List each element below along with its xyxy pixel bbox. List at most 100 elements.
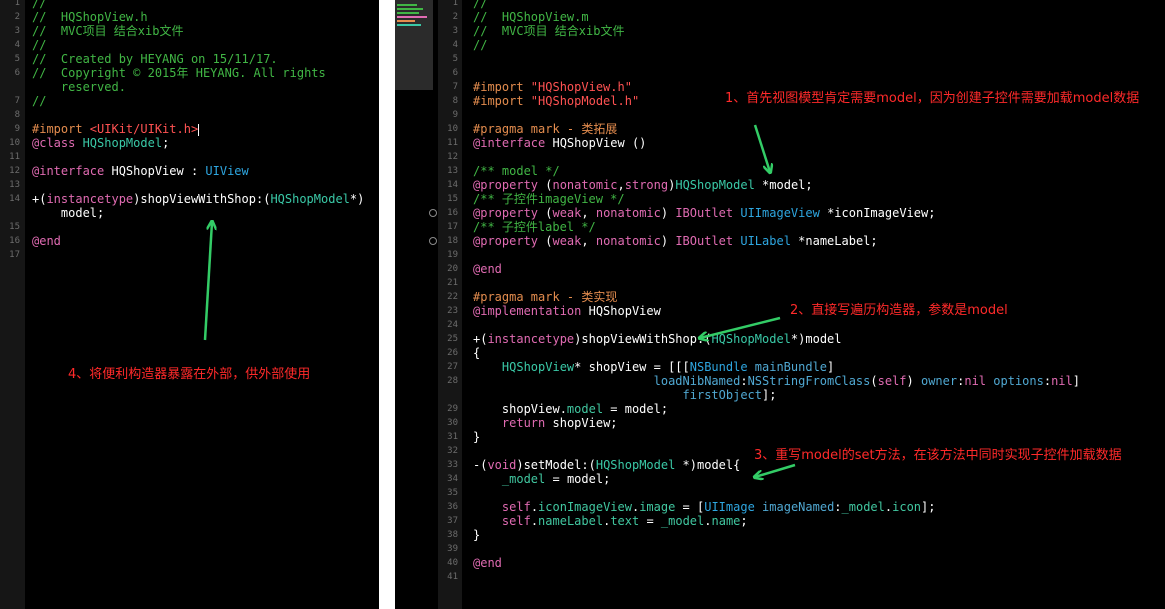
- code-token: UIImageView: [740, 206, 820, 220]
- code-token: // HQShopView.m: [473, 10, 589, 24]
- code-token: image: [639, 500, 676, 514]
- line-number: 9: [452, 110, 458, 120]
- code-text: }: [473, 528, 480, 542]
- line-number: 16: [9, 236, 20, 246]
- code-token: HQShopView: [588, 304, 661, 318]
- code-token: *)model: [790, 332, 842, 346]
- line-number: 31: [447, 432, 458, 442]
- code-text: -(void)setModel:(HQShopModel *)model{: [473, 458, 740, 472]
- code-token: }: [473, 430, 481, 444]
- code-text: return shopView;: [473, 416, 618, 430]
- code-token: // MVC项目 结合xib文件: [473, 24, 625, 38]
- line-number: 11: [9, 152, 20, 162]
- line-number: 38: [447, 530, 458, 540]
- code-text: // MVC项目 结合xib文件: [32, 24, 183, 38]
- code-token: .: [530, 514, 539, 528]
- line-number: 30: [447, 418, 458, 428]
- line-number: 10: [447, 124, 458, 134]
- code-text: }: [473, 430, 480, 444]
- line-number: 26: [447, 348, 458, 358]
- code-token: //: [32, 94, 47, 108]
- code-token: (: [870, 374, 878, 388]
- code-token: :: [740, 374, 748, 388]
- code-token: @interface: [32, 164, 112, 178]
- code-token: "HQShopModel.h": [530, 94, 640, 108]
- code-token: {: [473, 346, 481, 360]
- code-token: NSBundle: [689, 360, 748, 374]
- code-text: @end: [473, 556, 502, 570]
- line-number: 15: [9, 222, 20, 232]
- code-token: ]: [1072, 374, 1080, 388]
- line-number: 39: [447, 544, 458, 554]
- code-token: model;: [32, 206, 105, 220]
- code-text: _model = model;: [473, 472, 610, 486]
- left-editor-pane[interactable]: 1 // 2 // HQShopView.h 3 // MVC项目 结合xib文件 4 // 5…: [0, 0, 379, 609]
- code-text: // MVC项目 结合xib文件: [473, 24, 624, 38]
- minimap-line: [397, 12, 419, 14]
- code-token: = model;: [545, 472, 611, 486]
- line-number: 2: [452, 12, 458, 22]
- code-text: @interface HQShopView (): [473, 136, 646, 150]
- code-text: loadNibNamed:NSStringFromClass(self) own…: [473, 374, 1080, 388]
- code-token: :: [834, 500, 842, 514]
- line-number: 9: [14, 124, 20, 134]
- outlet-connection-icon[interactable]: [429, 209, 437, 217]
- code-token: UIImage: [704, 500, 755, 514]
- code-token: * shopView = [[[: [574, 360, 690, 374]
- code-minimap[interactable]: [395, 0, 433, 90]
- code-token: //: [473, 38, 488, 52]
- code-token: HQShopModel: [82, 136, 163, 150]
- code-token: @interface: [473, 136, 553, 150]
- code-token: #pragma mark - 类实现: [473, 290, 618, 304]
- code-token: ];: [762, 388, 777, 402]
- code-text: @property (weak, nonatomic) IBOutlet UII…: [473, 206, 935, 220]
- code-token: @implementation: [473, 304, 589, 318]
- code-token: @property: [473, 234, 546, 248]
- text-cursor: [198, 123, 200, 136]
- line-number: 27: [447, 362, 458, 372]
- code-token: #import: [32, 122, 90, 136]
- code-text: @end: [32, 234, 61, 248]
- line-number: 28: [447, 376, 458, 386]
- line-number: 23: [447, 306, 458, 316]
- code-token: mainBundle: [754, 360, 828, 374]
- code-token: // MVC项目 结合xib文件: [32, 24, 184, 38]
- line-number: 15: [447, 194, 458, 204]
- code-token: //: [32, 38, 47, 52]
- code-text: /** 子控件imageView */: [473, 192, 625, 206]
- annotation-note-4: 4、将便利构造器暴露在外部，供外部使用: [68, 367, 311, 382]
- line-number: 11: [447, 138, 458, 148]
- minimap-line: [397, 4, 417, 6]
- code-token: HQShopModel: [711, 332, 791, 346]
- code-text: @property (nonatomic,strong)HQShopModel …: [473, 178, 813, 192]
- line-number: 4: [14, 40, 20, 50]
- code-token: #pragma mark - 类拓展: [473, 122, 618, 136]
- code-text: HQShopView* shopView = [[[NSBundle mainB…: [473, 360, 834, 374]
- line-number: 14: [447, 180, 458, 190]
- line-number: 14: [9, 194, 20, 204]
- code-text: self.nameLabel.text = _model.name;: [473, 514, 748, 528]
- code-token: UILabel: [740, 234, 791, 248]
- code-token: _model: [841, 500, 885, 514]
- code-text: #pragma mark - 类拓展: [473, 122, 617, 136]
- line-number: 19: [447, 250, 458, 260]
- code-text: reserved.: [32, 80, 126, 94]
- code-token: reserved.: [32, 80, 126, 94]
- outlet-connection-icon[interactable]: [429, 237, 437, 245]
- annotation-note-2: 2、直接写遍历构造器，参数是model: [790, 303, 1008, 318]
- code-text: // Copyright © 2015年 HEYANG. All rights: [32, 66, 326, 80]
- code-token: :: [1043, 374, 1052, 388]
- code-token: weak: [552, 206, 582, 220]
- minimap-line: [397, 24, 421, 26]
- line-number: 29: [447, 404, 458, 414]
- code-token: // Copyright © 2015年 HEYANG. All rights: [32, 66, 326, 80]
- line-number: 13: [447, 166, 458, 176]
- code-token: *model;: [754, 178, 813, 192]
- code-token: /** 子控件label */: [473, 220, 596, 234]
- code-text: {: [473, 346, 480, 360]
- code-token: = [: [675, 500, 705, 514]
- code-token: ;: [162, 136, 170, 150]
